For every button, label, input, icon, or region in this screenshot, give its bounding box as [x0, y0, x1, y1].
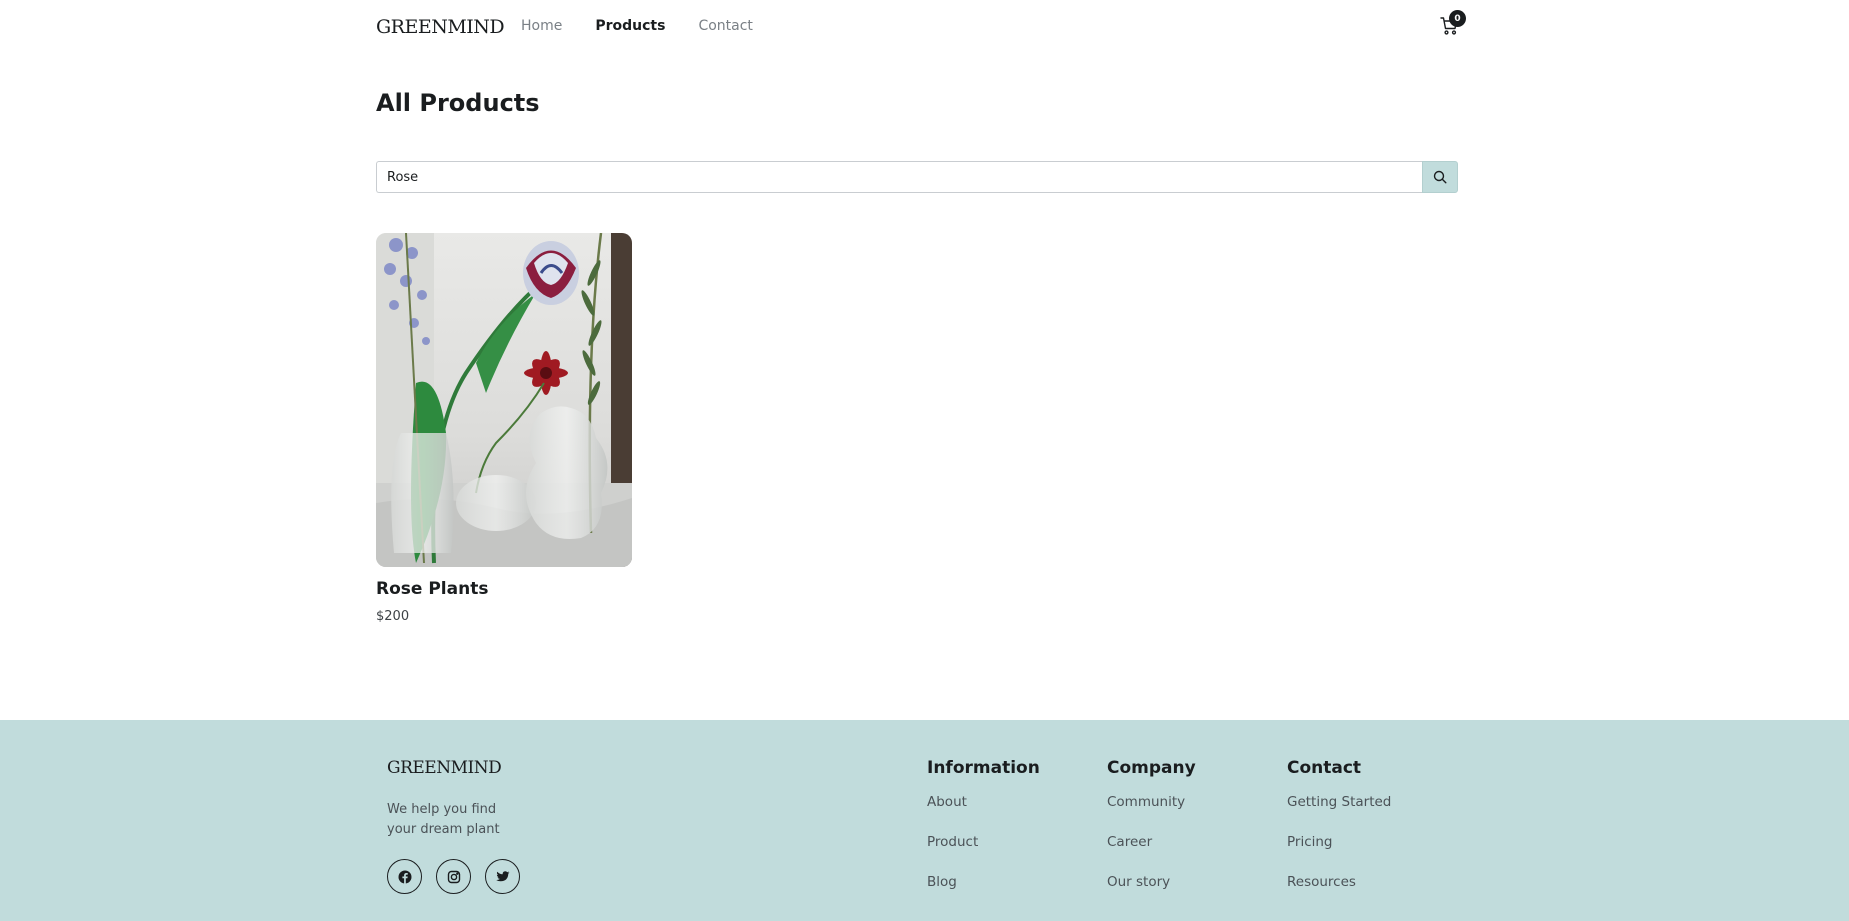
cart-count-badge: 0 [1449, 10, 1466, 27]
footer-link-resources[interactable]: Resources [1287, 872, 1391, 912]
search-button[interactable] [1422, 161, 1458, 193]
main-nav: Home Products Contact [521, 18, 753, 34]
footer-link-getting-started[interactable]: Getting Started [1287, 792, 1391, 832]
product-image[interactable] [376, 233, 632, 567]
footer-tagline: We help you find your dream plant [387, 802, 500, 837]
product-name[interactable]: Rose Plants [376, 579, 632, 599]
flowers-in-vases-image [376, 233, 632, 567]
footer-column-information: Information About Product Blog [927, 758, 1040, 912]
product-card[interactable]: Rose Plants $200 [376, 233, 632, 624]
footer-column-title: Information [927, 758, 1040, 778]
footer-column-title: Contact [1287, 758, 1362, 778]
search-input[interactable] [376, 161, 1422, 193]
footer-link-pricing[interactable]: Pricing [1287, 832, 1391, 872]
facebook-icon [398, 870, 411, 883]
site-footer: GREENMIND We help you find your dream pl… [0, 720, 1849, 921]
social-links [387, 859, 520, 894]
footer-column-title: Company [1107, 758, 1196, 778]
site-header: GREENMIND Home Products Contact 0 [376, 0, 1466, 54]
instagram-button[interactable] [436, 859, 471, 894]
logo[interactable]: GREENMIND [376, 16, 505, 38]
footer-link-career[interactable]: Career [1107, 832, 1196, 872]
twitter-icon [495, 870, 509, 881]
product-price: $200 [376, 609, 410, 624]
footer-logo[interactable]: GREENMIND [387, 758, 502, 778]
nav-products[interactable]: Products [595, 18, 665, 34]
footer-link-community[interactable]: Community [1107, 792, 1196, 832]
footer-link-blog[interactable]: Blog [927, 872, 1040, 912]
nav-contact[interactable]: Contact [698, 18, 752, 34]
search-bar [376, 161, 1458, 193]
facebook-button[interactable] [387, 859, 422, 894]
footer-column-contact: Contact Getting Started Pricing Resource… [1287, 758, 1391, 912]
footer-link-product[interactable]: Product [927, 832, 1040, 872]
page-title: All Products [376, 89, 540, 117]
nav-home[interactable]: Home [521, 18, 562, 34]
twitter-button[interactable] [485, 859, 520, 894]
footer-link-our-story[interactable]: Our story [1107, 872, 1196, 912]
footer-column-company: Company Community Career Our story [1107, 758, 1196, 912]
instagram-icon [447, 870, 460, 883]
search-icon [1433, 170, 1447, 184]
footer-link-about[interactable]: About [927, 792, 1040, 832]
